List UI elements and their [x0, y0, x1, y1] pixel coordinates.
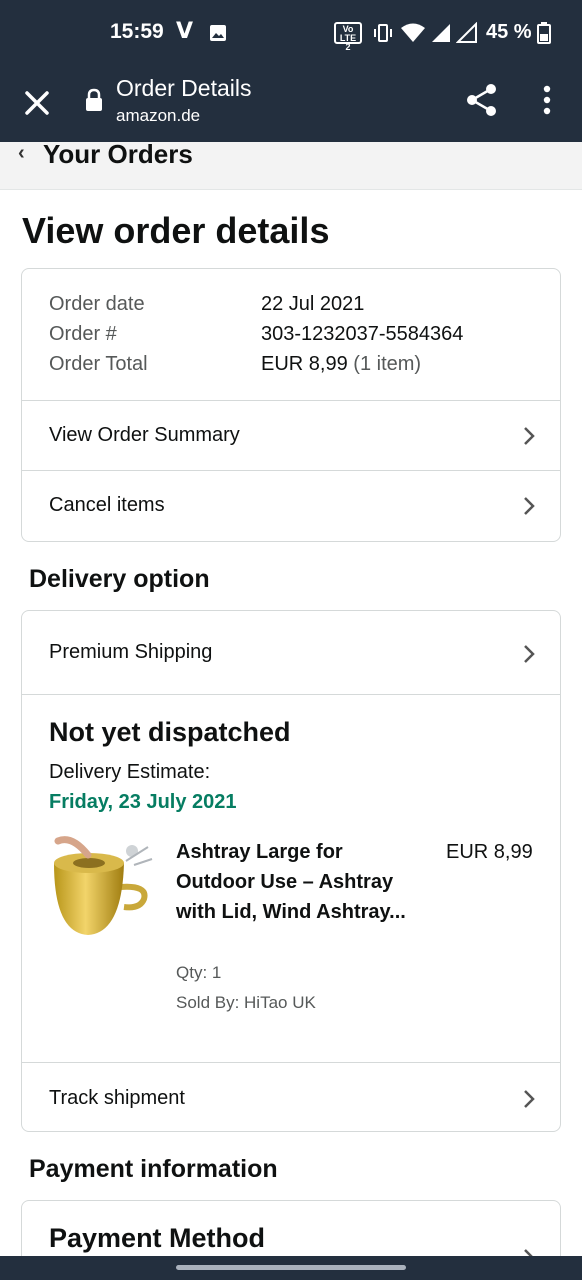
product-price: EUR 8,99 [446, 841, 533, 863]
battery-icon [537, 22, 551, 44]
order-total-value: EUR 8,99 (1 item) [261, 353, 421, 376]
divider [22, 694, 560, 695]
gesture-handle[interactable] [176, 1265, 406, 1270]
breadcrumb-label[interactable]: Your Orders [43, 139, 193, 170]
order-date-value: 22 Jul 2021 [261, 293, 365, 315]
browser-toolbar: Order Details amazon.de [0, 66, 582, 142]
chevron-right-icon [524, 1090, 535, 1108]
lock-icon [86, 88, 102, 111]
order-total-amount: EUR 8,99 [261, 353, 348, 375]
chevron-left-icon: ‹ [18, 142, 25, 164]
payment-section-title: Payment information [29, 1155, 278, 1183]
chevron-right-icon [524, 427, 535, 445]
status-bar: 15:59 V Vo LTE 2 45 % [0, 0, 582, 66]
signal-sim2-icon [456, 22, 477, 43]
cancel-items-link[interactable]: Cancel items [22, 470, 560, 541]
shipping-method-label: Premium Shipping [49, 641, 213, 663]
toolbar-title: Order Details [116, 75, 252, 101]
breadcrumb[interactable]: ‹ Your Orders [0, 139, 582, 190]
chevron-right-icon [524, 497, 535, 515]
payment-method-title: Payment Method [49, 1223, 266, 1253]
signal-sim1-icon [432, 24, 450, 42]
chevron-right-icon [524, 645, 535, 663]
view-order-summary-label: View Order Summary [49, 424, 240, 446]
order-total-label: Order Total [49, 353, 148, 375]
page-title: View order details [22, 210, 330, 251]
close-icon[interactable] [20, 86, 54, 120]
order-item-count: (1 item) [353, 353, 422, 375]
track-shipment-label: Track shipment [49, 1087, 185, 1109]
carrier-v-icon: V [176, 19, 194, 44]
more-vert-icon[interactable] [536, 84, 558, 116]
shipment-status: Not yet dispatched [49, 717, 291, 747]
wifi-icon [401, 23, 425, 42]
cancel-items-label: Cancel items [49, 494, 165, 516]
order-number-value: 303-1232037-5584364 [261, 323, 464, 345]
delivery-estimate-date: Friday, 23 July 2021 [49, 791, 237, 813]
status-time: 15:59 [110, 20, 164, 43]
product-seller: Sold By: HiTao UK [176, 993, 316, 1012]
product-image[interactable] [48, 835, 154, 943]
battery-percent: 45 % [486, 21, 532, 43]
system-nav-bar [0, 1256, 582, 1280]
toolbar-domain: amazon.de [116, 106, 201, 125]
delivery-card: Premium Shipping Not yet dispatched Deli… [21, 610, 561, 1132]
shipping-method-link[interactable]: Premium Shipping [22, 611, 560, 694]
product-quantity: Qty: 1 [176, 963, 222, 982]
volte-icon: Vo LTE 2 [334, 22, 362, 52]
image-notification-icon [210, 25, 226, 41]
track-shipment-link[interactable]: Track shipment [22, 1062, 560, 1131]
product-title[interactable]: Ashtray Large for Outdoor Use – Ashtray … [176, 837, 416, 927]
order-date-label: Order date [49, 293, 145, 315]
order-info-card: Order date 22 Jul 2021 Order # 303-12320… [21, 268, 561, 542]
delivery-estimate-label: Delivery Estimate: [49, 761, 211, 783]
share-icon[interactable] [464, 82, 500, 118]
delivery-section-title: Delivery option [29, 565, 210, 593]
order-number-label: Order # [49, 323, 117, 345]
vibrate-icon [374, 24, 392, 42]
view-order-summary-link[interactable]: View Order Summary [22, 400, 560, 470]
